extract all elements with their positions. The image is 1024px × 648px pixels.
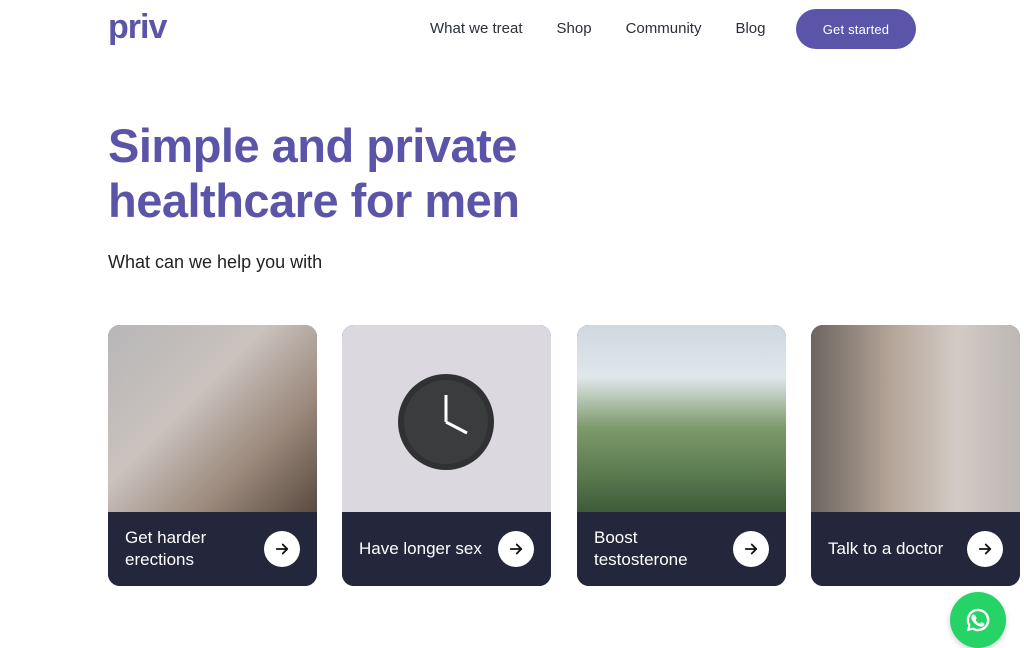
card-panel: Talk to a doctor xyxy=(811,512,1020,586)
arrow-right-icon[interactable] xyxy=(733,531,769,567)
arrow-right-icon[interactable] xyxy=(498,531,534,567)
card-panel: Boost testosterone xyxy=(577,512,786,586)
card-doctor[interactable]: Talk to a doctor xyxy=(811,325,1020,586)
card-panel: Have longer sex xyxy=(342,512,551,586)
hero-subtitle: What can we help you with xyxy=(108,252,323,272)
whatsapp-icon xyxy=(966,608,990,632)
nav-blog[interactable]: Blog xyxy=(735,20,765,38)
card-longer-sex[interactable]: Have longer sex xyxy=(342,325,551,586)
card-image xyxy=(108,325,317,512)
nav-community[interactable]: Community xyxy=(626,20,702,38)
card-erections[interactable]: Get harder erections xyxy=(108,325,317,586)
site-header: priv What we treat Shop Community Blog G… xyxy=(0,0,1024,58)
card-image xyxy=(342,325,551,512)
card-label: Boost testosterone xyxy=(594,528,688,569)
logo[interactable]: priv xyxy=(108,8,167,47)
arrow-right-icon[interactable] xyxy=(967,531,1003,567)
card-label: Get harder erections xyxy=(125,528,207,569)
clock-icon xyxy=(398,374,494,470)
arrow-right-icon[interactable] xyxy=(264,531,300,567)
card-image xyxy=(577,325,786,512)
nav-shop[interactable]: Shop xyxy=(557,20,592,38)
card-panel: Get harder erections xyxy=(108,512,317,586)
whatsapp-button[interactable] xyxy=(950,592,1006,648)
card-label: Have longer sex xyxy=(359,539,482,558)
nav-what-we-treat[interactable]: What we treat xyxy=(430,20,523,38)
hero-title: Simple and private healthcare for men xyxy=(108,119,520,227)
card-image xyxy=(811,325,1020,512)
get-started-button[interactable]: Get started xyxy=(796,9,916,49)
card-label: Talk to a doctor xyxy=(828,539,944,558)
main-nav: What we treat Shop Community Blog xyxy=(430,20,799,38)
card-testosterone[interactable]: Boost testosterone xyxy=(577,325,786,586)
